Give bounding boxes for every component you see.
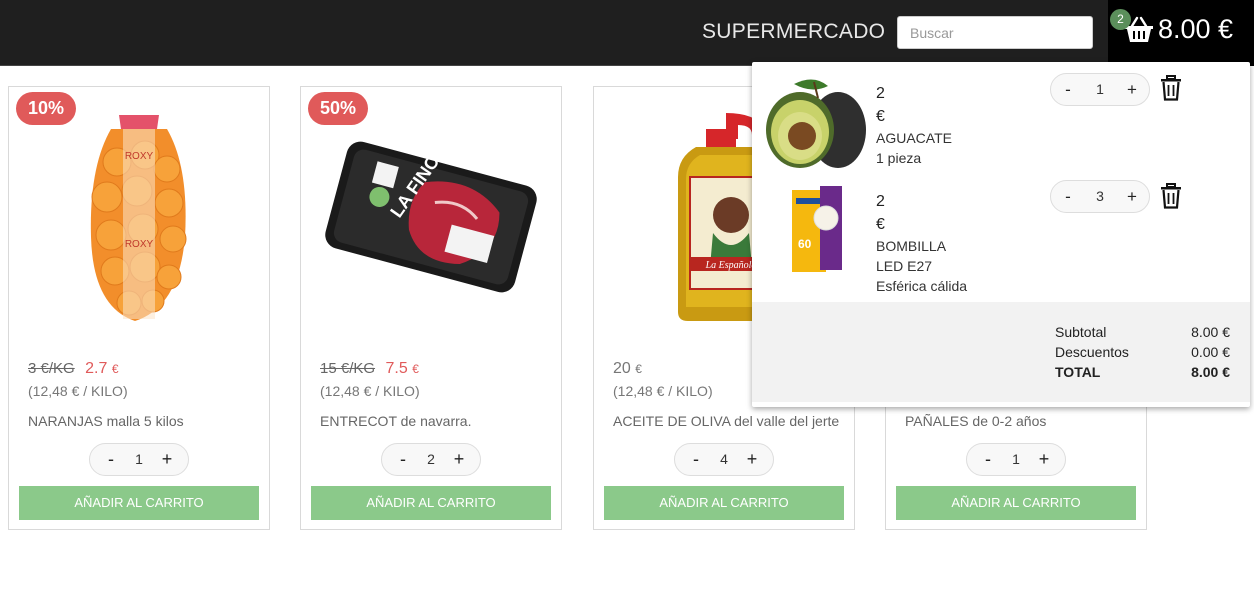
decrease-button[interactable]: - [1055, 74, 1081, 105]
product-image-oranges: ROXY ROXY [90, 115, 187, 321]
search-input[interactable] [897, 16, 1093, 49]
cart-count-badge: 2 [1110, 9, 1131, 30]
unit-price: (12,48 € / KILO) [320, 383, 420, 399]
product-name: NARANJAS malla 5 kilos [28, 413, 184, 429]
subtotal-label: Subtotal [1055, 324, 1107, 340]
unit-price: (12,48 € / KILO) [613, 383, 713, 399]
unit-price: (12,48 € / KILO) [28, 383, 128, 399]
product-card: 10% ROXY ROXY 3 €/KG 2.7 € (12,48 € / KI… [8, 86, 270, 530]
quantity-value[interactable]: 1 [1081, 74, 1119, 105]
increase-button[interactable]: + [1119, 74, 1145, 105]
trash-icon[interactable] [1160, 183, 1182, 209]
product-name: ENTRECOT de navarra. [320, 413, 472, 429]
cart-item-price: 2 € [876, 85, 885, 125]
add-to-cart-button[interactable]: AÑADIR AL CARRITO [19, 486, 259, 520]
quantity-stepper: - 4 + [674, 443, 774, 476]
product-image-steak: LA FINCA [325, 141, 537, 293]
cart-total[interactable]: 8.00 € [1158, 14, 1233, 45]
cart-item-image-avocado [766, 79, 866, 168]
cart-item-stepper: - 1 + [1050, 73, 1150, 106]
increase-button[interactable]: + [152, 444, 182, 475]
product-card: 50% LA FINCA 15 €/KG 7.5 € (12,48 € / KI… [300, 86, 562, 530]
increase-button[interactable]: + [444, 444, 474, 475]
price: 7.5 € [385, 360, 419, 377]
product-name: PAÑALES de 0-2 años [905, 413, 1047, 429]
decrease-button[interactable]: - [1055, 181, 1081, 212]
svg-text:ROXY: ROXY [125, 151, 154, 162]
quantity-value[interactable]: 3 [1081, 181, 1119, 212]
subtotal-value: 8.00 € [1191, 324, 1230, 340]
brand-title[interactable]: SUPERMERCADO [702, 20, 885, 44]
cart-item-name: AGUACATE 1 pieza [876, 130, 952, 166]
discount-label: Descuentos [1055, 344, 1129, 360]
discount-value: 0.00 € [1191, 344, 1230, 360]
cart-item-price: 2 € [876, 193, 885, 233]
trash-icon[interactable] [1160, 75, 1182, 101]
top-bar: SUPERMERCADO 2 8.00 € [0, 0, 1254, 66]
price-line: 20 € [613, 360, 642, 378]
quantity-stepper: - 2 + [381, 443, 481, 476]
price-line: 15 €/KG 7.5 € [320, 360, 419, 378]
old-price: 3 €/KG [28, 360, 75, 377]
price: 2.7 € [85, 360, 119, 377]
cart-item-image-bulb: 60 [792, 186, 842, 272]
total-label: TOTAL [1055, 364, 1101, 380]
price: 20 € [613, 360, 642, 377]
cart-item-name: BOMBILLA LED E27 Esférica cálida [876, 238, 968, 294]
cart-item-stepper: - 3 + [1050, 180, 1150, 213]
price-line: 3 €/KG 2.7 € [28, 360, 119, 378]
cart-summary: Subtotal 8.00 € Descuentos 0.00 € TOTAL … [752, 302, 1250, 402]
old-price: 15 €/KG [320, 360, 376, 377]
increase-button[interactable]: + [1029, 444, 1059, 475]
quantity-stepper: - 1 + [89, 443, 189, 476]
quantity-stepper: - 1 + [966, 443, 1066, 476]
increase-button[interactable]: + [737, 444, 767, 475]
svg-text:ROXY: ROXY [125, 239, 154, 250]
svg-text:60: 60 [798, 237, 812, 251]
increase-button[interactable]: + [1119, 181, 1145, 212]
svg-text:La Española: La Española [705, 260, 757, 271]
add-to-cart-button[interactable]: AÑADIR AL CARRITO [896, 486, 1136, 520]
add-to-cart-button[interactable]: AÑADIR AL CARRITO [311, 486, 551, 520]
add-to-cart-button[interactable]: AÑADIR AL CARRITO [604, 486, 844, 520]
product-name: ACEITE DE OLIVA del valle del jerte [613, 413, 840, 429]
cart-dropdown: 2 € AGUACATE 1 pieza - 1 + 60 2 € BOMBIL… [752, 62, 1250, 407]
total-value: 8.00 € [1191, 364, 1230, 380]
